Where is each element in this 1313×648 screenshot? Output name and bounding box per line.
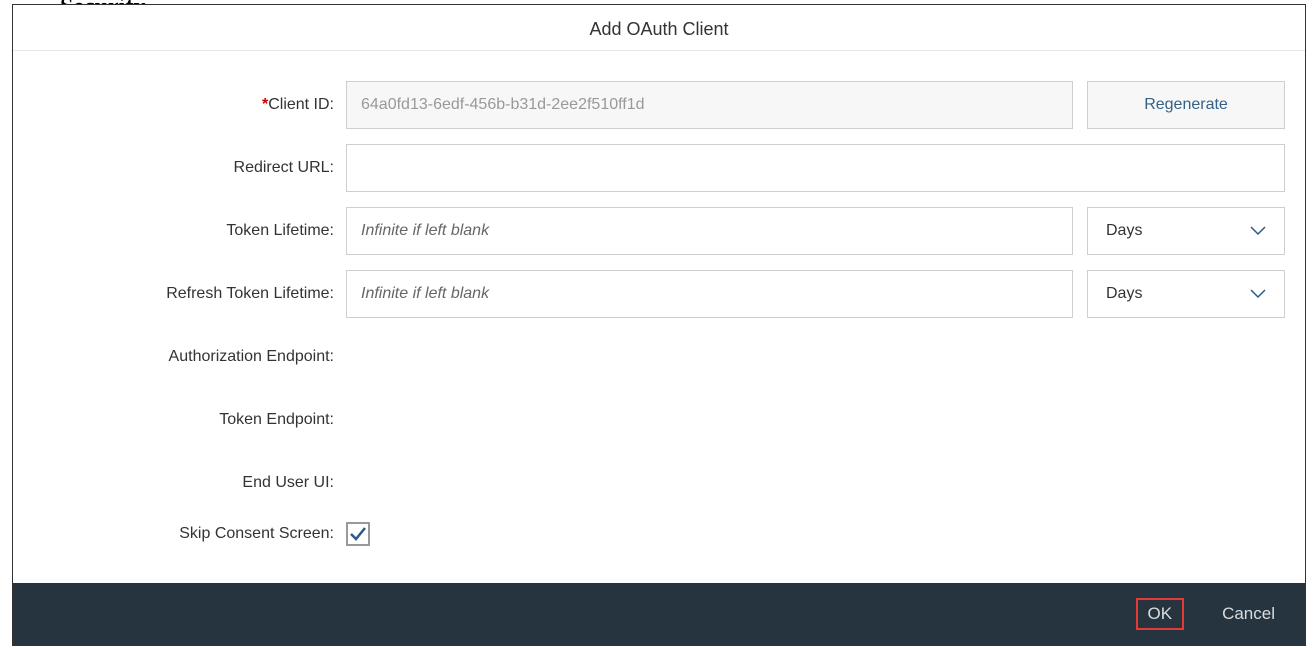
dialog-title: Add OAuth Client bbox=[13, 19, 1305, 40]
redirect-url-field[interactable] bbox=[346, 144, 1285, 192]
regenerate-button[interactable]: Regenerate bbox=[1087, 81, 1285, 129]
label-skip-consent: Skip Consent Screen: bbox=[33, 525, 346, 543]
token-lifetime-field[interactable] bbox=[346, 207, 1073, 255]
chevron-down-icon bbox=[1250, 226, 1266, 236]
row-refresh-token-lifetime: Refresh Token Lifetime: Days bbox=[33, 270, 1285, 318]
client-id-field[interactable] bbox=[346, 81, 1073, 129]
label-client-id: *Client ID: bbox=[33, 96, 346, 114]
row-token-endpoint: Token Endpoint: bbox=[33, 396, 1285, 444]
row-authorization-endpoint: Authorization Endpoint: bbox=[33, 333, 1285, 381]
label-token-endpoint: Token Endpoint: bbox=[33, 411, 346, 429]
add-oauth-client-dialog: Add OAuth Client *Client ID: Regenerate … bbox=[12, 4, 1306, 646]
label-redirect-url: Redirect URL: bbox=[33, 159, 346, 177]
label-token-lifetime: Token Lifetime: bbox=[33, 222, 346, 240]
chevron-down-icon bbox=[1250, 289, 1266, 299]
label-refresh-token-lifetime: Refresh Token Lifetime: bbox=[33, 285, 346, 303]
refresh-token-lifetime-unit-select[interactable]: Days bbox=[1087, 270, 1285, 318]
token-lifetime-unit-select[interactable]: Days bbox=[1087, 207, 1285, 255]
refresh-token-lifetime-field[interactable] bbox=[346, 270, 1073, 318]
dialog-body: *Client ID: Regenerate Redirect URL: Tok… bbox=[13, 51, 1305, 583]
label-end-user-ui: End User UI: bbox=[33, 474, 346, 492]
ok-button[interactable]: OK bbox=[1136, 598, 1185, 630]
dialog-footer: OK Cancel bbox=[13, 583, 1305, 645]
row-redirect-url: Redirect URL: bbox=[33, 144, 1285, 192]
checkmark-icon bbox=[349, 525, 367, 543]
row-end-user-ui: End User UI: bbox=[33, 459, 1285, 507]
row-token-lifetime: Token Lifetime: Days bbox=[33, 207, 1285, 255]
token-lifetime-unit-label: Days bbox=[1106, 222, 1142, 240]
row-client-id: *Client ID: Regenerate bbox=[33, 81, 1285, 129]
skip-consent-checkbox[interactable] bbox=[346, 522, 370, 546]
cancel-button[interactable]: Cancel bbox=[1212, 598, 1285, 630]
label-authorization-endpoint: Authorization Endpoint: bbox=[33, 348, 346, 366]
refresh-token-lifetime-unit-label: Days bbox=[1106, 285, 1142, 303]
row-skip-consent: Skip Consent Screen: bbox=[33, 522, 1285, 546]
dialog-header: Add OAuth Client bbox=[13, 5, 1305, 51]
